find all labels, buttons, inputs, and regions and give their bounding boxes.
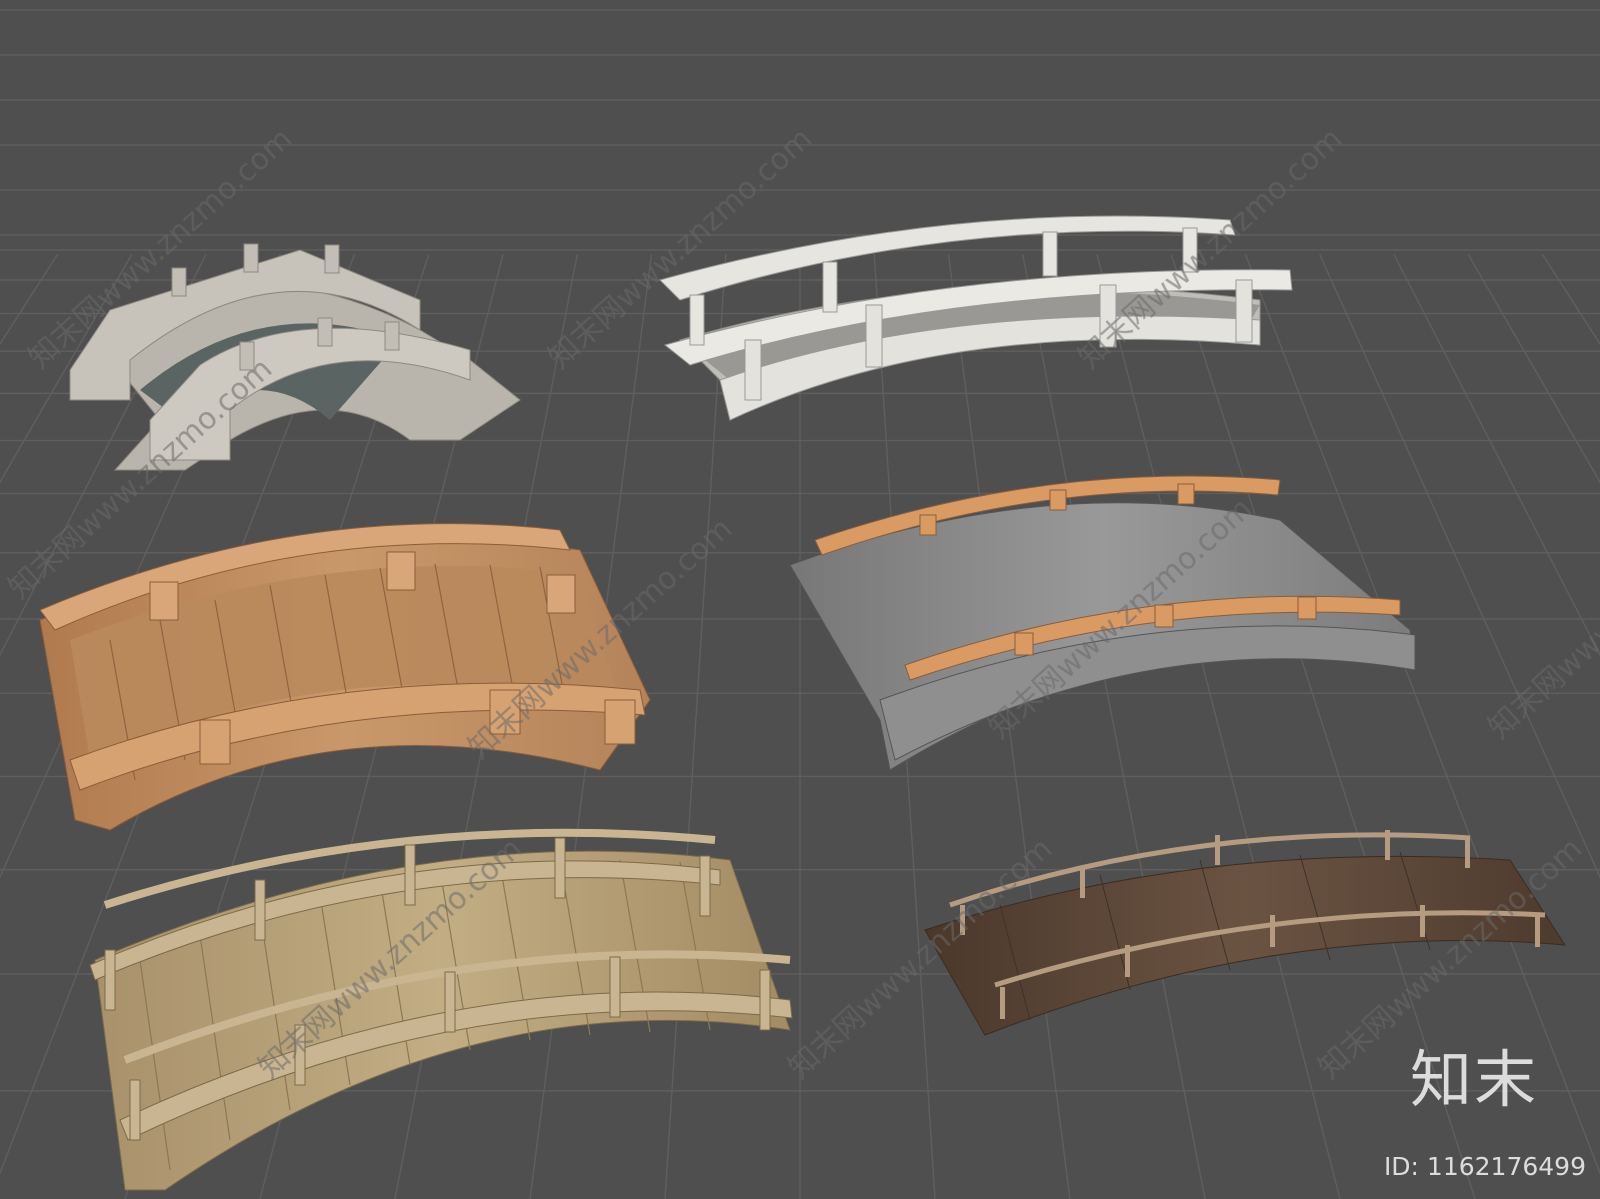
brand-watermark: 知末 xyxy=(1409,1043,1538,1116)
id-watermark: ID: 1162176499 xyxy=(1383,1152,1586,1181)
light-plank-bridge xyxy=(89,828,793,1191)
scene-canvas: 知末网www.znzmo.com 知末网www.znzmo.com 知末网www.z… xyxy=(0,9,1600,1199)
